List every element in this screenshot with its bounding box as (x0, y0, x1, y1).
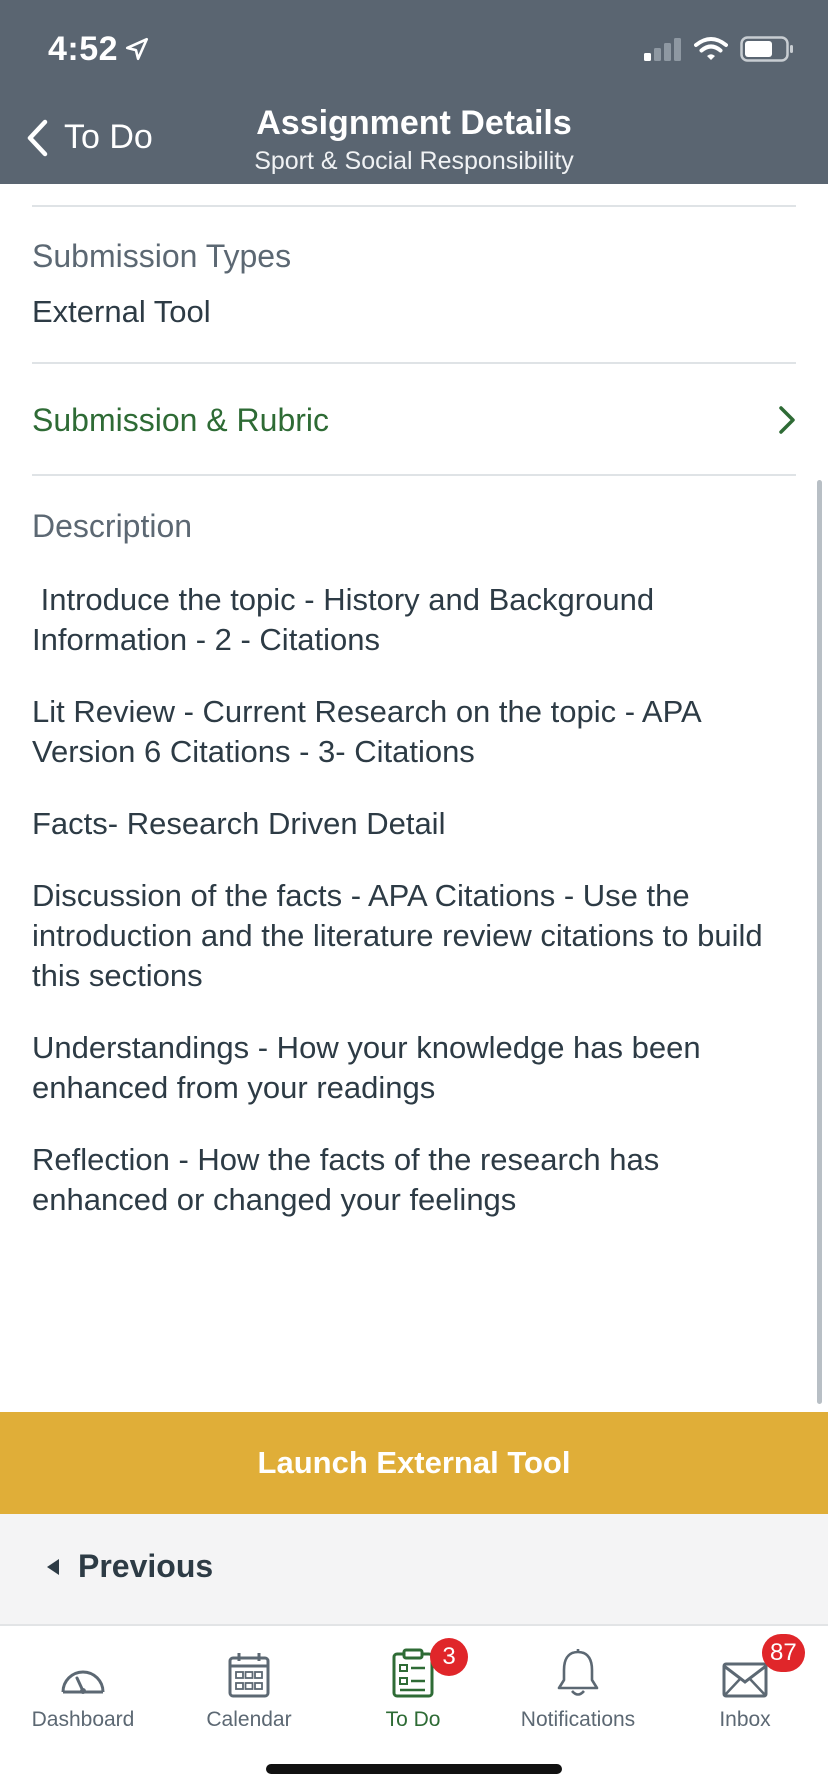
tab-todo-label: To Do (385, 1708, 441, 1731)
tab-calendar[interactable]: Calendar (166, 1640, 332, 1732)
chevron-right-icon (779, 406, 795, 434)
tab-todo[interactable]: 3 To Do (330, 1638, 496, 1732)
inbox-icon: 87 (662, 1634, 828, 1698)
description-paragraph: Discussion of the facts - APA Citations … (32, 878, 763, 993)
previous-button-label: Previous (78, 1548, 214, 1584)
caret-left-icon (47, 1558, 59, 1575)
previous-button[interactable]: Previous (46, 1548, 213, 1585)
status-icons (642, 36, 794, 62)
tab-notifications[interactable]: Notifications (495, 1640, 661, 1732)
description-label: Description (32, 508, 193, 544)
location-arrow-icon (126, 37, 149, 61)
assignment-details-content[interactable]: Submission Types External Tool Submissio… (0, 184, 828, 1412)
description-paragraph: Reflection - How the facts of the resear… (32, 1142, 660, 1217)
page-title: Assignment Details (256, 104, 572, 142)
description-paragraph: Introduce the topic - History and Backgr… (32, 582, 663, 657)
tab-calendar-label: Calendar (206, 1708, 292, 1731)
submission-rubric-label: Submission & Rubric (32, 401, 329, 438)
launch-external-tool-button[interactable]: Launch External Tool (0, 1412, 828, 1514)
tab-inbox[interactable]: 87 Inbox (662, 1634, 828, 1732)
description-paragraph: Facts- Research Driven Detail (32, 806, 446, 841)
divider (32, 474, 796, 476)
wifi-icon (694, 37, 728, 60)
home-indicator (266, 1764, 562, 1774)
battery-icon (740, 36, 793, 62)
description-paragraph: Lit Review - Current Research on the top… (32, 694, 700, 769)
tab-dashboard[interactable]: Dashboard (0, 1640, 166, 1732)
todo-icon: 3 (330, 1638, 496, 1698)
submission-types-label: Submission Types (32, 238, 292, 274)
submission-rubric-row[interactable]: Submission & Rubric (32, 364, 796, 476)
divider (32, 205, 796, 207)
bell-icon (495, 1640, 661, 1698)
launch-button-label: Launch External Tool (257, 1445, 571, 1480)
inbox-badge: 87 (762, 1634, 805, 1672)
status-time-text: 4:52 (48, 30, 119, 68)
pagination-bar: Previous (0, 1514, 828, 1626)
nav-header: 4:52 To Do Assignment Details Sport & So… (0, 0, 828, 184)
todo-badge: 3 (430, 1638, 468, 1676)
tab-notifications-label: Notifications (520, 1708, 636, 1731)
calendar-icon (166, 1640, 332, 1698)
page-subtitle: Sport & Social Responsibility (254, 147, 574, 175)
dashboard-icon (0, 1640, 166, 1698)
tab-inbox-label: Inbox (719, 1708, 771, 1731)
header-title-block: Assignment Details Sport & Social Respon… (0, 104, 828, 176)
tab-dashboard-label: Dashboard (31, 1708, 135, 1731)
description-body: Introduce the topic - History and Backgr… (32, 580, 772, 1252)
status-bar-time: 4:52 (48, 30, 150, 69)
scrollbar[interactable] (817, 480, 822, 1404)
submission-types-value: External Tool (32, 294, 211, 329)
description-paragraph: Understandings - How your knowledge has … (32, 1030, 701, 1105)
cellular-signal-icon (644, 38, 681, 61)
